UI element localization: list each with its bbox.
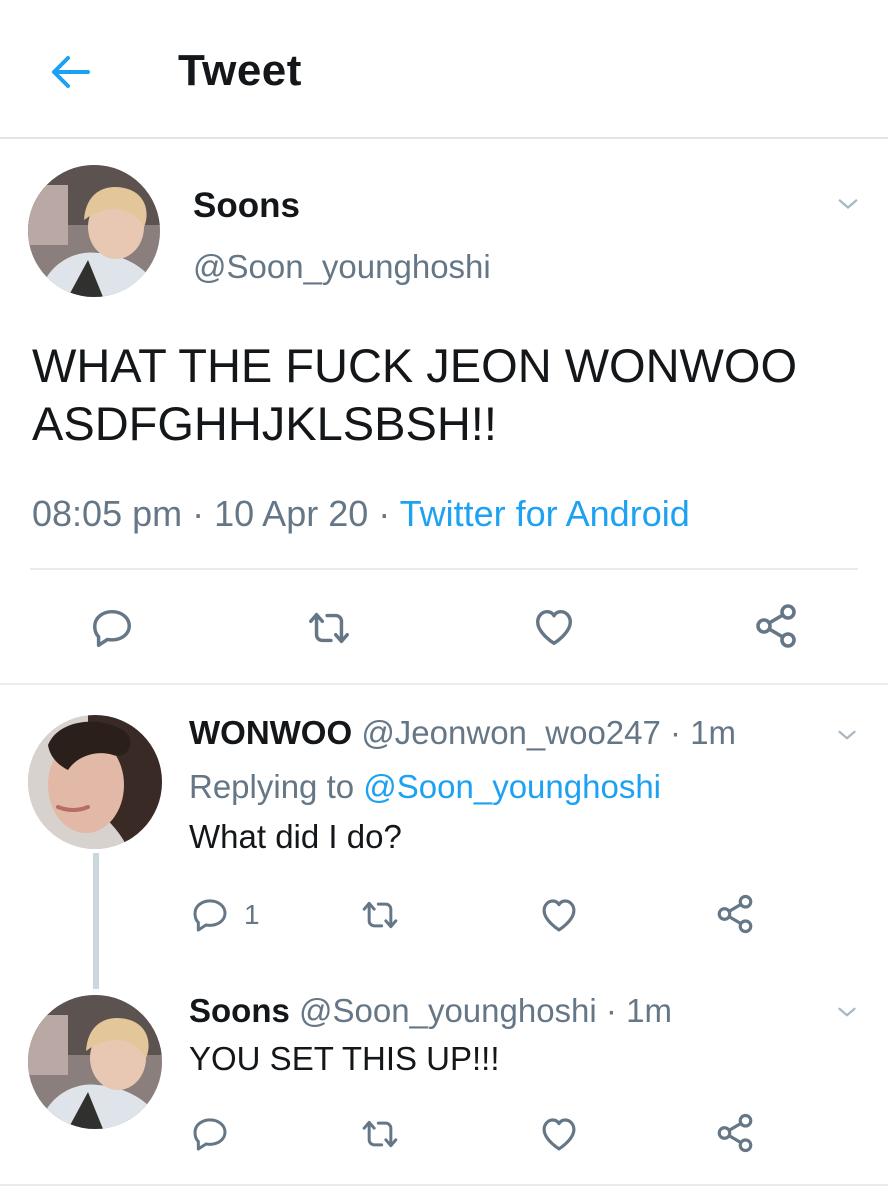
- author-handle[interactable]: @Soon_younghoshi: [299, 992, 597, 1029]
- chevron-down-icon: [832, 190, 864, 218]
- reply-icon: [190, 1114, 230, 1154]
- like-button[interactable]: [530, 604, 578, 650]
- divider: [0, 683, 888, 685]
- retweet-button[interactable]: [358, 895, 402, 935]
- share-button[interactable]: [752, 602, 800, 650]
- tweet-meta: 08:05 pm · 10 Apr 20 · Twitter for Andro…: [32, 493, 690, 535]
- retweet-button[interactable]: [304, 605, 354, 651]
- divider: [0, 1184, 888, 1186]
- reply-button[interactable]: [190, 1114, 230, 1154]
- author-handle[interactable]: @Jeonwon_woo247: [361, 714, 661, 751]
- chevron-down-icon: [832, 999, 862, 1025]
- share-icon: [752, 602, 800, 650]
- share-icon: [714, 1112, 756, 1154]
- like-icon: [538, 1113, 580, 1155]
- avatar[interactable]: [28, 995, 162, 1129]
- meta-separator: ·: [605, 992, 627, 1029]
- replying-to-link[interactable]: @Soon_younghoshi: [363, 768, 661, 805]
- reply-text: YOU SET THIS UP!!!: [189, 1040, 500, 1077]
- retweet-icon: [358, 1114, 402, 1154]
- profile-photo: [28, 995, 162, 1129]
- header-divider: [0, 137, 888, 139]
- like-button[interactable]: [538, 894, 580, 936]
- retweet-button[interactable]: [358, 1114, 402, 1154]
- profile-photo: [28, 715, 162, 849]
- back-button[interactable]: [46, 50, 94, 94]
- reply-header: WONWOO @Jeonwon_woo247 · 1m: [189, 714, 736, 752]
- reply-count: 1: [244, 899, 260, 930]
- author-handle[interactable]: @Soon_younghoshi: [193, 248, 491, 286]
- retweet-icon: [304, 605, 354, 651]
- profile-photo: [28, 165, 160, 297]
- meta-separator: ·: [670, 714, 691, 751]
- retweet-icon: [358, 895, 402, 935]
- page-title: Tweet: [178, 46, 302, 95]
- reply-icon: [190, 895, 230, 935]
- chevron-down-icon: [832, 722, 862, 748]
- share-button[interactable]: [714, 893, 756, 935]
- thread-line: [93, 853, 99, 989]
- replying-label: Replying to: [189, 768, 355, 805]
- reply-button[interactable]: [89, 605, 135, 651]
- like-icon: [538, 894, 580, 936]
- reply-text: What did I do?: [189, 818, 402, 855]
- meta-separator: ·: [192, 493, 215, 534]
- share-button[interactable]: [714, 1112, 756, 1154]
- reply-time: 1m: [626, 992, 672, 1029]
- reply-time: 1m: [690, 714, 737, 751]
- tweet-source-link[interactable]: Twitter for Android: [400, 493, 690, 534]
- tweet-time: 08:05 pm: [32, 493, 183, 534]
- author-name[interactable]: Soons: [193, 186, 300, 226]
- reply-button[interactable]: 1: [190, 895, 260, 935]
- reply-header: Soons @Soon_younghoshi · 1m: [189, 992, 672, 1030]
- reply-icon: [89, 605, 135, 651]
- avatar[interactable]: [28, 165, 160, 297]
- meta-separator: ·: [378, 493, 400, 534]
- like-icon: [530, 604, 578, 650]
- like-button[interactable]: [538, 1113, 580, 1155]
- tweet-menu-button[interactable]: [832, 722, 862, 748]
- arrow-left-icon: [52, 56, 90, 88]
- tweet-text: WHAT THE FUCK JEON WONWOO ASDFGHHJKLSBSH…: [32, 339, 798, 450]
- share-icon: [714, 893, 756, 935]
- author-name[interactable]: Soons: [189, 992, 290, 1029]
- replying-to: Replying to @Soon_younghoshi: [189, 768, 661, 806]
- divider: [30, 568, 858, 570]
- tweet-menu-button[interactable]: [832, 999, 862, 1025]
- avatar[interactable]: [28, 715, 162, 849]
- tweet-menu-button[interactable]: [832, 190, 864, 218]
- tweet-date: 10 Apr 20: [214, 493, 369, 534]
- author-name[interactable]: WONWOO: [189, 714, 352, 751]
